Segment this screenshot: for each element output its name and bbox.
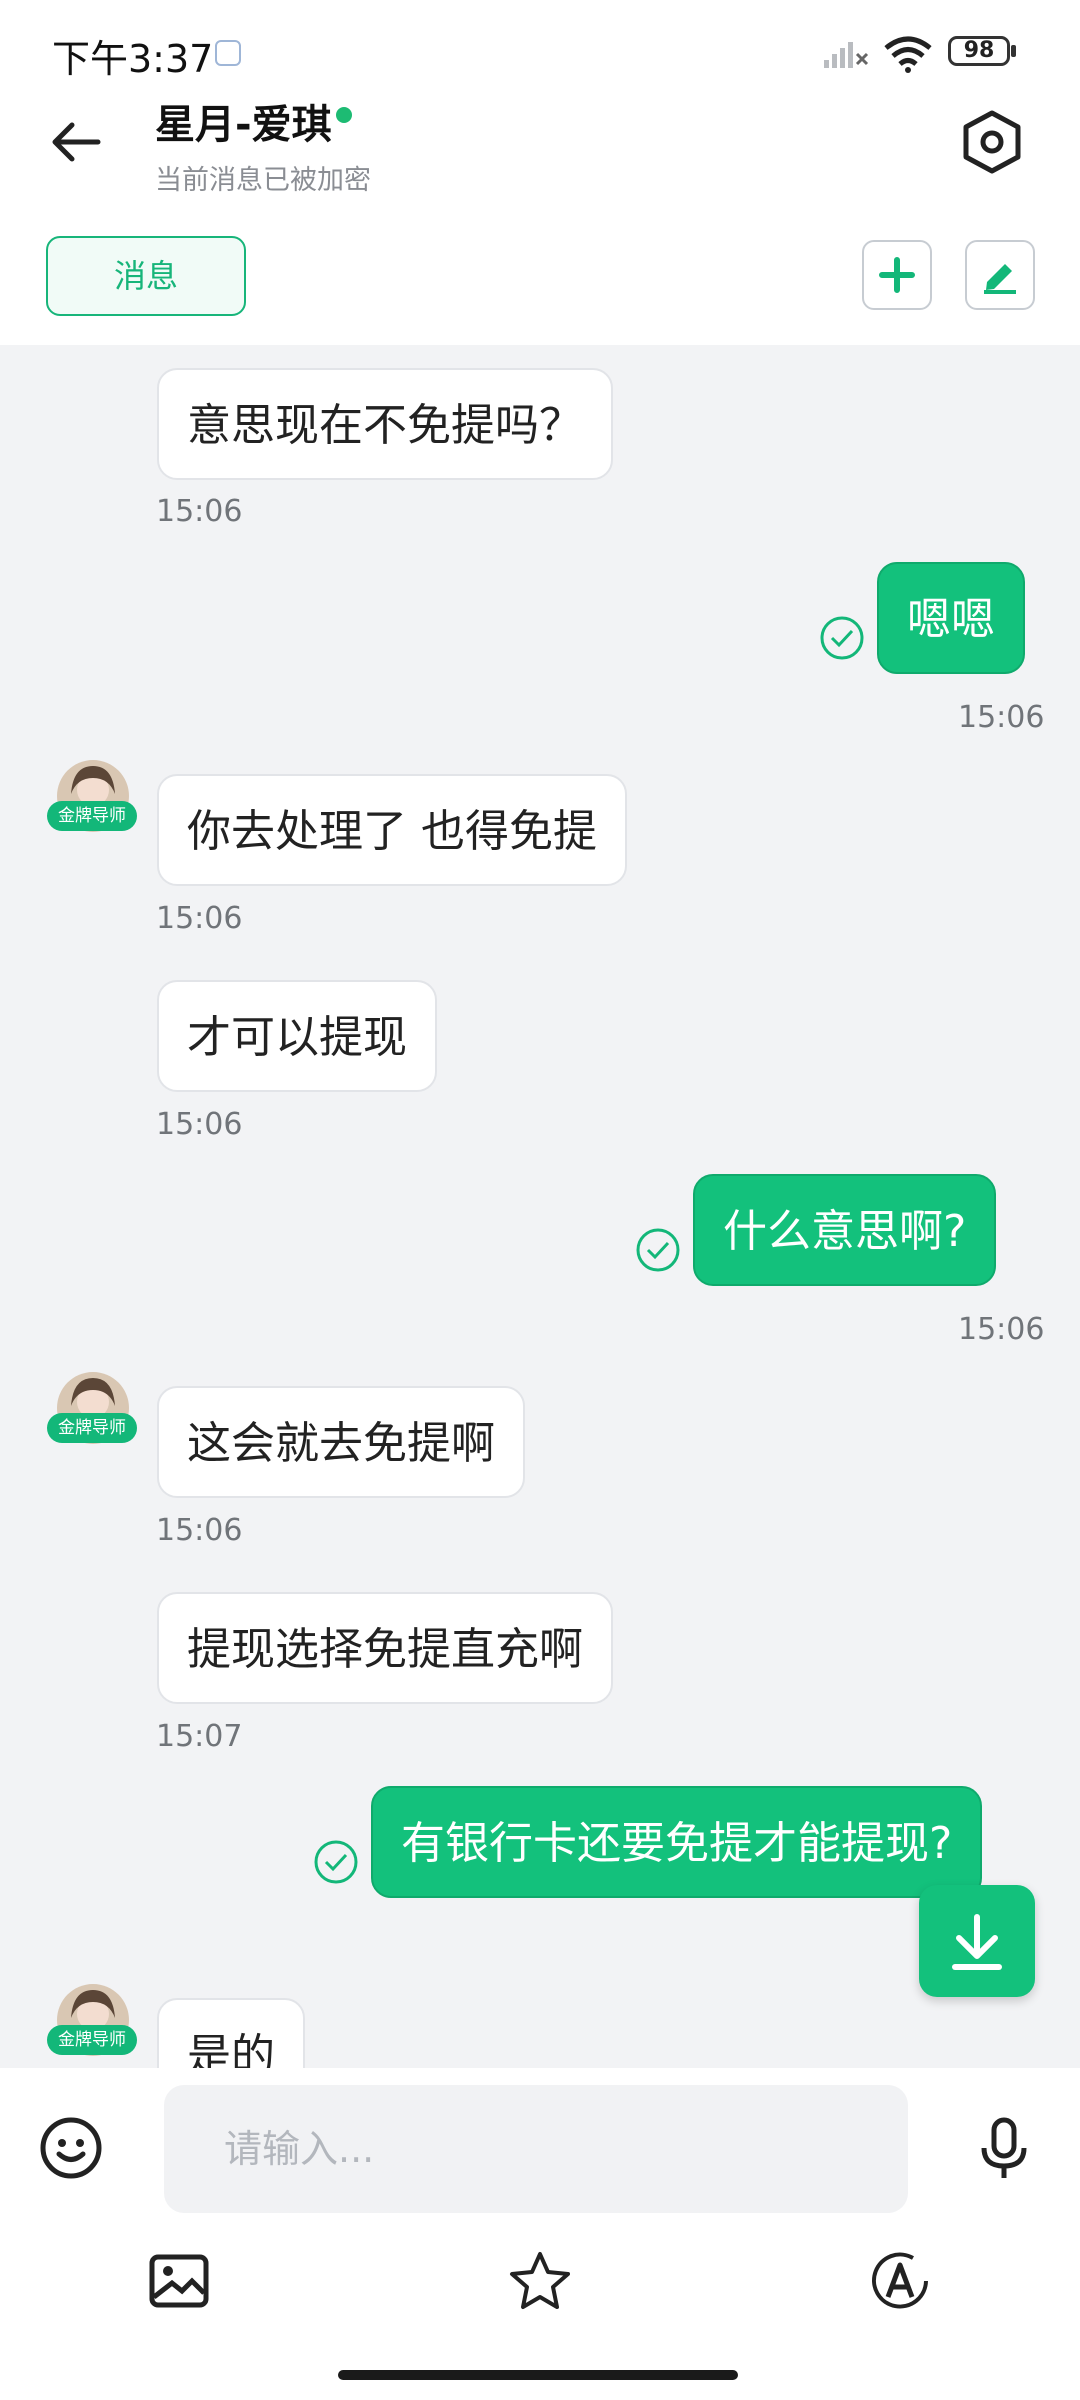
message-bubble-incoming[interactable]: 你去处理了 也得免提: [157, 774, 627, 886]
status-time: 下午3:37: [52, 37, 214, 81]
add-button[interactable]: [862, 240, 932, 310]
message-bubble-incoming[interactable]: 意思现在不免提吗？: [157, 368, 613, 480]
message-time: 15:06: [156, 1513, 243, 1548]
battery-tip: [1011, 45, 1016, 57]
hexagon-settings-icon[interactable]: [958, 108, 1026, 176]
signal-icon: [824, 42, 869, 68]
microphone-icon[interactable]: [974, 2114, 1034, 2184]
encryption-notice: 当前消息已被加密: [155, 165, 371, 196]
home-indicator: [338, 2370, 738, 2380]
message-input[interactable]: [164, 2085, 908, 2213]
mentor-badge: 金牌导师: [47, 2025, 137, 2055]
message-time: 15:06: [156, 1107, 243, 1142]
message-bubble-outgoing[interactable]: 嗯嗯: [877, 562, 1025, 674]
online-status-dot: [336, 107, 352, 123]
download-arrow-icon: [952, 1914, 1002, 1970]
message-bubble-incoming[interactable]: 这会就去免提啊: [157, 1386, 525, 1498]
message-time: 15:06: [156, 901, 243, 936]
message-time: 15:07: [156, 1719, 243, 1754]
image-icon[interactable]: [148, 2253, 210, 2309]
mentor-badge: 金牌导师: [47, 1413, 137, 1443]
battery-indicator: 98: [948, 36, 1010, 66]
mentor-badge: 金牌导师: [47, 801, 137, 831]
edit-button[interactable]: [965, 240, 1035, 310]
message-time: 15:06: [156, 494, 243, 529]
notification-icon: [215, 40, 241, 66]
arrow-left-icon[interactable]: [46, 112, 106, 172]
chat-title: 星月-爱琪: [155, 102, 332, 148]
scroll-to-bottom-button[interactable]: [919, 1885, 1035, 1997]
message-bubble-incoming[interactable]: 提现选择免提直充啊: [157, 1592, 613, 1704]
read-check-icon: [820, 616, 864, 660]
message-time: 15:06: [958, 700, 1045, 735]
plus-icon: [879, 257, 915, 293]
pen-icon: [984, 264, 1016, 294]
message-bubble-incoming[interactable]: 才可以提现: [157, 980, 437, 1092]
message-bubble-outgoing[interactable]: 什么意思啊?: [693, 1174, 997, 1286]
message-time: 15:06: [958, 1312, 1045, 1347]
tab-messages[interactable]: 消息: [46, 236, 246, 316]
wifi-icon: [884, 36, 932, 73]
smile-icon[interactable]: [38, 2115, 104, 2181]
star-icon[interactable]: [508, 2250, 572, 2312]
message-bubble-outgoing[interactable]: 有银行卡还要免提才能提现?: [371, 1786, 983, 1898]
read-check-icon: [314, 1840, 358, 1884]
message-input-box[interactable]: [164, 2085, 908, 2213]
read-check-icon: [636, 1228, 680, 1272]
font-a-icon[interactable]: [868, 2249, 932, 2313]
